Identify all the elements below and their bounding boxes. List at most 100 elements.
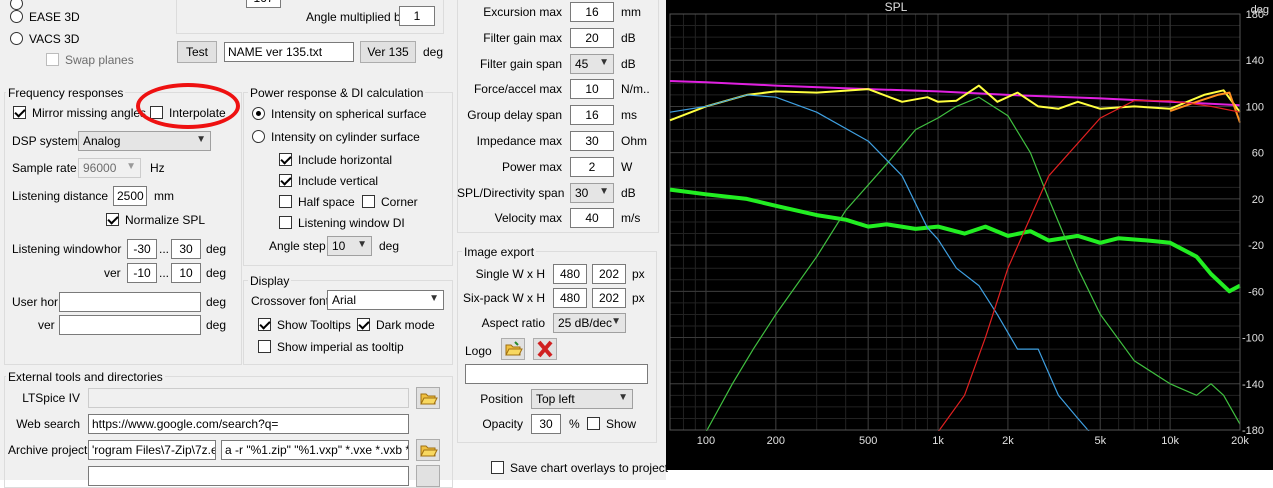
- limit-label: Group delay span: [467, 108, 562, 123]
- opacity-input[interactable]: 30: [531, 414, 561, 434]
- sample-rate-label: Sample rate: [12, 161, 77, 175]
- include-vertical-checkbox[interactable]: [279, 174, 292, 187]
- single-px-label: px: [632, 267, 645, 281]
- show-imperial-checkbox[interactable]: [258, 340, 271, 353]
- listening-distance-label: Listening distance: [12, 189, 109, 203]
- limit-label: Filter gain max: [483, 30, 562, 45]
- angle-mult-input[interactable]: 1: [399, 6, 435, 26]
- user-hor-label: User hor: [12, 295, 59, 309]
- lw-hor-max[interactable]: 30: [171, 239, 201, 259]
- single-wh-label: Single W x H: [475, 267, 545, 281]
- user-ver-input[interactable]: [59, 315, 201, 335]
- limit-label: Power max: [501, 159, 562, 174]
- six-pack-label: Six-pack W x H: [462, 291, 545, 305]
- limit-value: 45: [575, 56, 589, 71]
- archive-exe-input[interactable]: 'rogram Files\7-Zip\7z.exe: [88, 440, 216, 460]
- include-horizontal-checkbox[interactable]: [279, 153, 292, 166]
- dark-mode-checkbox[interactable]: [357, 318, 370, 331]
- six-height-input[interactable]: 202: [592, 288, 626, 308]
- position-dropdown[interactable]: Top left ▼: [531, 389, 633, 409]
- chevron-down-icon: ▼: [611, 316, 621, 327]
- user-ver-deg: deg: [206, 318, 227, 332]
- lw-ver-max[interactable]: 10: [171, 263, 201, 283]
- aspect-ratio-dropdown[interactable]: 25 dB/dec ▼: [553, 313, 626, 333]
- y-tick-label: 20: [1252, 194, 1264, 206]
- half-space-checkbox[interactable]: [279, 195, 292, 208]
- archive-args-input[interactable]: a -r "%1.zip" "%1.vxp" *.vxe *.vxb *.vx: [221, 440, 409, 460]
- vertical-value[interactable]: 167: [246, 0, 281, 8]
- logo-open-button[interactable]: [501, 338, 525, 360]
- limit-input[interactable]: 2: [570, 156, 614, 177]
- limit-input[interactable]: 16: [570, 105, 614, 126]
- opacity-percent: %: [569, 417, 580, 431]
- ltspice-browse-button[interactable]: [416, 387, 440, 409]
- angle-step-value: 10: [332, 239, 346, 253]
- mirror-missing-checkbox[interactable]: [13, 106, 26, 119]
- sample-rate-dropdown[interactable]: 96000 ▼: [78, 158, 141, 178]
- limit-unit: dB: [621, 56, 636, 71]
- angle-step-dropdown[interactable]: 10 ▼: [327, 236, 372, 256]
- limit-dropdown[interactable]: 45 ▼: [570, 53, 614, 74]
- name-file-field[interactable]: NAME ver 135.txt: [224, 42, 354, 62]
- limit-label: Impedance max: [476, 134, 562, 148]
- chevron-down-icon: ▼: [599, 185, 609, 197]
- spherical-label: Intensity on spherical surface: [271, 107, 427, 121]
- show-tooltips-label: Show Tooltips: [277, 318, 351, 332]
- radio-vacs-label: VACS 3D: [29, 32, 80, 46]
- limit-input[interactable]: 10: [570, 79, 614, 100]
- crossover-font-label: Crossover font: [251, 294, 330, 308]
- ltspice-path-input[interactable]: [88, 388, 409, 408]
- x-tick-label: 20k: [1231, 435, 1249, 447]
- normalize-spl-checkbox[interactable]: [106, 213, 119, 226]
- archive-browse-button[interactable]: [416, 439, 440, 461]
- include-vertical-label: Include vertical: [298, 174, 379, 188]
- radio-vacs-3d[interactable]: [10, 32, 23, 45]
- limit-input[interactable]: 20: [570, 27, 614, 48]
- web-search-input[interactable]: https://www.google.com/search?q=: [88, 414, 409, 434]
- limit-label: Filter gain span: [479, 56, 562, 71]
- listening-window-di-checkbox[interactable]: [279, 216, 292, 229]
- extra-browse-button[interactable]: [416, 465, 440, 487]
- ver-label: ver: [104, 266, 121, 280]
- logo-delete-button[interactable]: [533, 338, 557, 360]
- chart-background: [666, 0, 1273, 470]
- x-tick-label: 200: [767, 435, 785, 447]
- limit-input[interactable]: 40: [570, 208, 614, 229]
- logo-path-field[interactable]: [465, 364, 648, 384]
- x-tick-label: 2k: [1002, 435, 1014, 447]
- radio-spherical[interactable]: [252, 107, 265, 120]
- save-overlays-checkbox[interactable]: [491, 461, 504, 474]
- ver-button[interactable]: Ver 135: [360, 41, 416, 63]
- limit-label: Excursion max: [483, 5, 562, 19]
- limit-label: Velocity max: [494, 211, 562, 226]
- chart-right-mask: [1241, 0, 1273, 470]
- limit-dropdown[interactable]: 30 ▼: [570, 182, 614, 203]
- lw-ver-dots: ...: [159, 266, 170, 280]
- corner-checkbox[interactable]: [362, 195, 375, 208]
- ltspice-label: LTSpice IV: [22, 391, 80, 405]
- user-hor-input[interactable]: [59, 292, 201, 312]
- radio-ease-3d[interactable]: [10, 10, 23, 23]
- limit-unit: dB: [621, 185, 636, 200]
- single-width-input[interactable]: 480: [553, 264, 587, 284]
- show-logo-checkbox[interactable]: [587, 417, 600, 430]
- x-tick-label: 5k: [1094, 435, 1106, 447]
- limit-value: 30: [575, 185, 589, 200]
- radio-cylinder[interactable]: [252, 130, 265, 143]
- test-button[interactable]: Test: [177, 41, 217, 63]
- swap-planes-checkbox[interactable]: [46, 53, 59, 66]
- lw-hor-min[interactable]: -30: [127, 239, 157, 259]
- show-tooltips-checkbox[interactable]: [258, 318, 271, 331]
- limit-input[interactable]: 16: [570, 2, 614, 22]
- limit-input[interactable]: 30: [570, 131, 614, 151]
- dsp-system-dropdown[interactable]: Analog ▼: [78, 131, 211, 151]
- normalize-spl-label: Normalize SPL: [125, 213, 206, 227]
- six-width-input[interactable]: 480: [553, 288, 587, 308]
- show-logo-label: Show: [606, 417, 637, 431]
- single-height-input[interactable]: 202: [592, 264, 626, 284]
- extra-path-input[interactable]: [88, 466, 409, 486]
- lw-ver-min[interactable]: -10: [127, 263, 157, 283]
- crossover-font-dropdown[interactable]: Arial ▼: [327, 290, 444, 310]
- listening-distance-input[interactable]: 2500: [113, 186, 147, 206]
- spl-chart[interactable]: SPL deg 180 140 100 60 20 -20 -60 -100 -140 -180 100…: [666, 0, 1273, 470]
